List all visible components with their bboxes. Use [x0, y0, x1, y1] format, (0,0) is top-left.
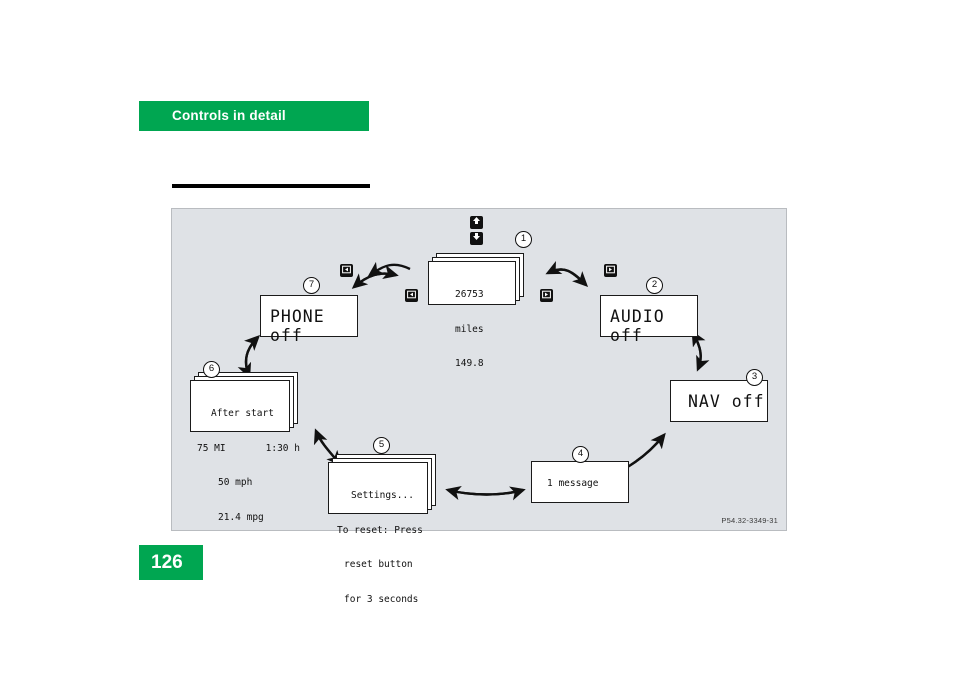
settings-line-3: reset button — [344, 559, 413, 570]
trip-line-2: 75 MI 1:30 h — [197, 442, 300, 454]
callout-1: 1 — [515, 231, 532, 248]
horizontal-rule — [172, 184, 370, 188]
callout-5: 5 — [373, 437, 390, 454]
left-arrow-button-icon[interactable] — [340, 264, 353, 277]
right-arrow-button-icon[interactable] — [604, 264, 617, 277]
watermark: carmanualsonline.info — [0, 612, 960, 648]
watermark-text: carmanualsonline.info — [715, 612, 946, 638]
audio-display[interactable]: AUDIO off — [600, 295, 698, 345]
callout-3: 3 — [746, 369, 763, 386]
nav-text: NAV off — [688, 392, 765, 411]
trip-display[interactable]: After start 75 MI 1:30 h 50 mph 21.4 mpg — [190, 380, 300, 523]
settings-line-2: To reset: Press — [337, 524, 423, 536]
section-header-bar: Controls in detail — [139, 101, 369, 131]
right-arrow-button-icon-2[interactable] — [540, 289, 553, 302]
scroll-up-icon[interactable] — [470, 216, 483, 229]
nav-display[interactable]: NAV off — [670, 380, 768, 422]
audio-text: AUDIO off — [610, 307, 665, 345]
callout-2: 2 — [646, 277, 663, 294]
scroll-down-icon[interactable] — [470, 232, 483, 245]
callout-7: 7 — [303, 277, 320, 294]
page-number: 126 — [151, 552, 183, 573]
left-arrow-button-icon-2[interactable] — [405, 289, 418, 302]
messages-text: 1 message — [547, 478, 599, 489]
scroll-buttons-group — [470, 215, 483, 245]
trip-line-4: 21.4 mpg — [218, 511, 264, 523]
odometer-line-3: 149.8 — [455, 358, 484, 369]
odometer-line-2: miles — [455, 323, 484, 335]
settings-line-1: Settings... — [351, 490, 414, 501]
messages-display[interactable]: 1 message — [531, 461, 629, 503]
display-flow-figure: 26753 miles 149.8 1 AUDIO off 2 NAV off … — [171, 208, 787, 605]
figure-code: P54.32-3349-31 — [721, 516, 778, 525]
settings-line-4: for 3 seconds — [344, 593, 419, 605]
odometer-display[interactable]: 26753 miles 149.8 — [428, 261, 516, 369]
page-number-block: 126 — [139, 545, 203, 580]
section-title: Controls in detail — [172, 108, 286, 123]
callout-4: 4 — [572, 446, 589, 463]
callout-6: 6 — [203, 361, 220, 378]
settings-display[interactable]: Settings... To reset: Press reset button… — [328, 462, 428, 605]
odometer-line-1: 26753 — [455, 289, 484, 300]
manual-page: Controls in detail 126 26753 miles 149.8… — [0, 0, 960, 678]
trip-line-3: 50 mph — [218, 477, 253, 488]
trip-line-1: After start — [211, 408, 274, 419]
phone-display[interactable]: PHONE off — [260, 295, 358, 345]
phone-text: PHONE off — [270, 307, 325, 345]
